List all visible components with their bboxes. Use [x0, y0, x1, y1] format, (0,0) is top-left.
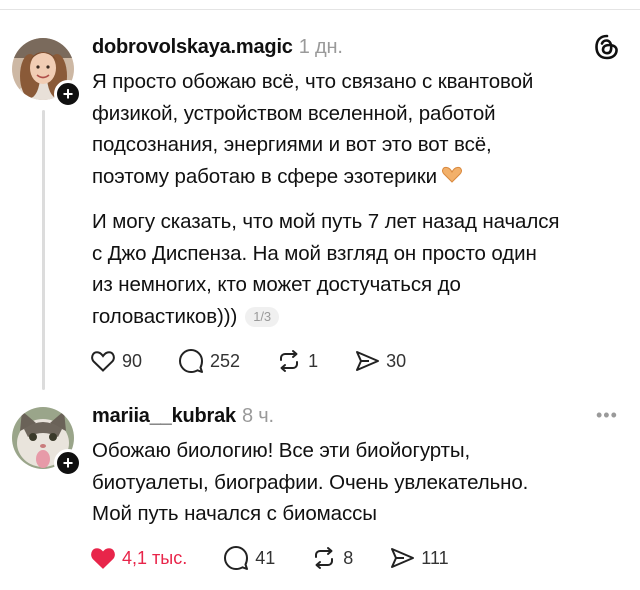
follow-plus-icon[interactable]: + — [54, 449, 82, 477]
line: с Джо Диспенза. На мой взгляд он просто … — [92, 241, 537, 265]
share-button[interactable]: 30 — [354, 349, 406, 373]
username[interactable]: dobrovolskaya.magic 1 дн. — [92, 36, 343, 59]
post-actions: 90 252 1 30 — [90, 348, 442, 374]
line: Мой путь начался с биомассы — [92, 502, 377, 525]
comment-button[interactable]: 41 — [223, 545, 275, 571]
line: поэтому работаю в сфере эзотерики — [92, 164, 437, 188]
paragraph-2: И могу сказать, что мой путь 7 лет назад… — [92, 206, 632, 332]
threads-logo-icon[interactable] — [594, 34, 620, 60]
repost-icon — [280, 350, 299, 372]
line: Я просто обожаю всё, что связано с квант… — [92, 70, 534, 93]
like-button[interactable]: 4,1 тыс. — [90, 546, 187, 570]
comment-icon — [224, 546, 249, 570]
follow-plus-icon[interactable]: + — [54, 80, 82, 108]
line: физикой, устройством вселенной, работой — [92, 101, 496, 125]
line: И могу сказать, что мой путь 7 лет назад… — [92, 210, 560, 233]
username-text[interactable]: dobrovolskaya.magic — [92, 36, 293, 58]
thread-line — [42, 110, 45, 390]
share-button[interactable]: 111 — [389, 546, 449, 570]
line: подсознания, энергиями и вот это вот всё… — [92, 133, 492, 156]
like-button[interactable]: 90 — [90, 349, 142, 373]
paragraph-1: Я просто обожаю всё, что связано с квант… — [92, 66, 632, 192]
line: биотуалеты, биографии. Очень увлекательн… — [92, 470, 529, 494]
comment-icon — [179, 349, 204, 373]
share-icon — [356, 351, 380, 371]
comment-count: 41 — [255, 547, 276, 568]
repost-icon — [315, 547, 334, 569]
line: головастиков))) — [92, 304, 238, 328]
post-2: + mariia__kubrak 8 ч. ••• Обожаю биологию… — [0, 395, 640, 590]
repost-count: 1 — [308, 350, 319, 371]
like-count: 90 — [122, 350, 143, 371]
share-icon — [391, 548, 415, 568]
repost-button[interactable]: 1 — [276, 349, 318, 373]
post-1: + dobrovolskaya.magic 1 дн. Я просто обож… — [0, 0, 640, 395]
more-options-icon[interactable]: ••• — [596, 405, 618, 426]
post-body: Я просто обожаю всё, что связано с квант… — [92, 66, 632, 332]
share-count: 111 — [421, 547, 449, 568]
heart-icon — [91, 351, 115, 372]
repost-count: 8 — [343, 547, 354, 568]
share-count: 30 — [386, 350, 407, 371]
comment-button[interactable]: 252 — [178, 348, 240, 374]
post-time: 8 ч. — [241, 405, 274, 427]
post-body: Обожаю биологию! Все эти биойогурты, био… — [92, 435, 632, 530]
line: из немногих, кто может достучаться до — [92, 273, 461, 296]
heart-filled-icon — [91, 548, 115, 569]
post-actions: 4,1 тыс. 41 8 111 — [90, 545, 485, 571]
line: Обожаю биологию! Все эти биойогурты, — [92, 439, 471, 462]
post-time: 1 дн. — [298, 36, 343, 58]
username-text[interactable]: mariia__kubrak — [92, 405, 236, 427]
repost-button[interactable]: 8 — [311, 546, 353, 570]
carousel-pager: 1/3 — [245, 307, 279, 328]
paragraph-1: Обожаю биологию! Все эти биойогурты, био… — [92, 435, 632, 530]
like-count: 4,1 тыс. — [122, 547, 188, 568]
comment-count: 252 — [210, 350, 241, 371]
heart-hands-emoji — [442, 166, 462, 183]
username[interactable]: mariia__kubrak 8 ч. — [92, 405, 274, 428]
